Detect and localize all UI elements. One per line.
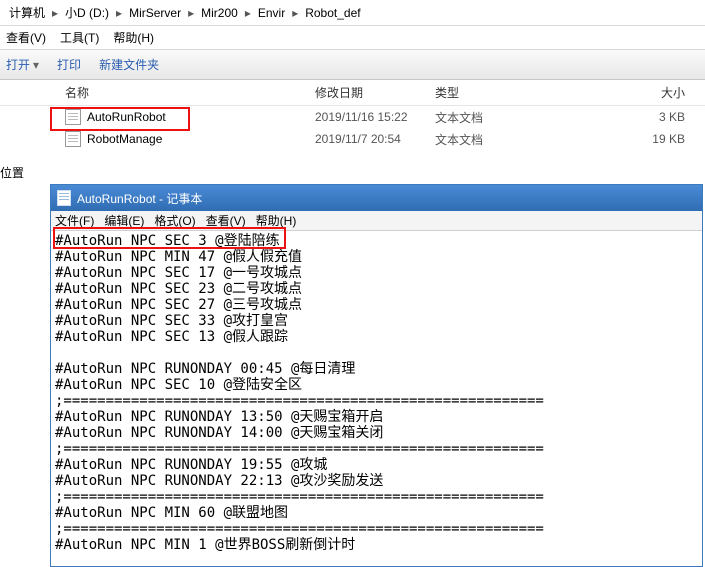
notepad-content[interactable]: #AutoRun NPC SEC 3 @登陆陪练 #AutoRun NPC MI… [51,231,702,555]
crumb-robotdef[interactable]: Robot_def [302,4,363,22]
column-headers: 名称 修改日期 类型 大小 [0,80,705,106]
np-menu-view[interactable]: 查看(V) [206,212,246,229]
side-label: 位置 [0,164,24,181]
file-type: 文本文档 [435,131,555,148]
file-date: 2019/11/7 20:54 [315,132,435,146]
crumb-sep: ▸ [288,6,302,20]
text-file-icon [65,131,81,147]
np-menu-edit[interactable]: 编辑(E) [104,212,144,229]
notepad-window: AutoRunRobot - 记事本 文件(F) 编辑(E) 格式(O) 查看(… [50,184,703,567]
crumb-sep: ▸ [112,6,126,20]
menu-tools[interactable]: 工具(T) [60,29,99,46]
table-row[interactable]: AutoRunRobot 2019/11/16 15:22 文本文档 3 KB [0,106,705,128]
notepad-titlebar[interactable]: AutoRunRobot - 记事本 [51,185,702,211]
col-name-header[interactable]: 名称 [0,84,315,101]
menu-help[interactable]: 帮助(H) [113,29,154,46]
crumb-envir[interactable]: Envir [255,4,288,22]
crumb-mir200[interactable]: Mir200 [198,4,241,22]
np-menu-file[interactable]: 文件(F) [55,212,94,229]
print-button[interactable]: 打印 [57,56,81,73]
crumb-sep: ▸ [184,6,198,20]
new-folder-button[interactable]: 新建文件夹 [99,56,159,73]
np-menu-format[interactable]: 格式(O) [154,212,195,229]
breadcrumb: 计算机▸ 小D (D:)▸ MirServer▸ Mir200▸ Envir▸ … [0,0,705,26]
file-date: 2019/11/16 15:22 [315,110,435,124]
crumb-mirserver[interactable]: MirServer [126,4,184,22]
crumb-computer[interactable]: 计算机 [6,2,48,23]
crumb-drive[interactable]: 小D (D:) [62,2,112,23]
file-type: 文本文档 [435,109,555,126]
notepad-title-text: AutoRunRobot - 记事本 [77,190,202,207]
open-button[interactable]: 打开 ▾ [6,56,39,73]
col-size-header[interactable]: 大小 [555,84,705,101]
file-size: 3 KB [555,110,705,124]
notepad-menubar: 文件(F) 编辑(E) 格式(O) 查看(V) 帮助(H) [51,211,702,231]
file-name: AutoRunRobot [87,110,166,124]
file-name: RobotManage [87,132,162,146]
crumb-sep: ▸ [48,6,62,20]
dropdown-arrow-icon: ▾ [33,58,39,72]
explorer-menubar: 查看(V) 工具(T) 帮助(H) [0,26,705,50]
file-size: 19 KB [555,132,705,146]
col-type-header[interactable]: 类型 [435,84,555,101]
text-file-icon [65,109,81,125]
file-list: AutoRunRobot 2019/11/16 15:22 文本文档 3 KB … [0,106,705,150]
col-date-header[interactable]: 修改日期 [315,84,435,101]
np-menu-help[interactable]: 帮助(H) [256,212,297,229]
menu-view[interactable]: 查看(V) [6,29,46,46]
crumb-sep: ▸ [241,6,255,20]
notepad-icon [57,190,71,206]
table-row[interactable]: RobotManage 2019/11/7 20:54 文本文档 19 KB [0,128,705,150]
explorer-toolbar: 打开 ▾ 打印 新建文件夹 [0,50,705,80]
